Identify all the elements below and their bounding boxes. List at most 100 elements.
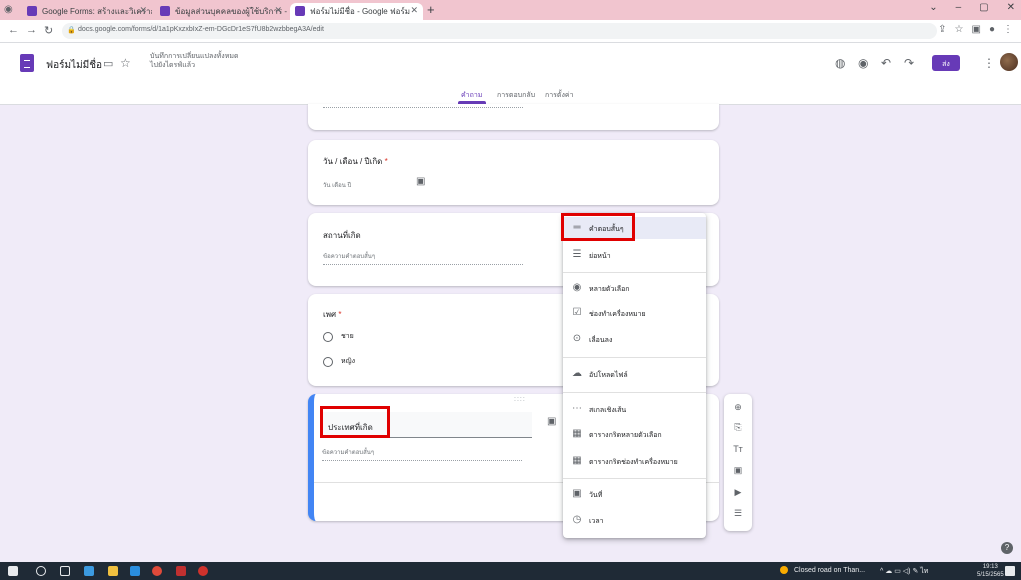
add-video-icon[interactable]: ▶ [732,487,744,498]
answer-hint: ข้อความคำตอบสั้นๆ [323,251,523,265]
lock-icon[interactable]: 🔒 [67,26,76,34]
radio-option[interactable]: ชาย [323,331,354,342]
star-icon[interactable]: ☆ [120,56,131,70]
help-icon[interactable]: ? [1001,542,1013,554]
form-tabs: คำถาม การตอบกลับ การตั้งค่า [0,90,1021,104]
date-placeholder: วัน เดือน ปี [323,183,352,189]
menu-item-dropdown[interactable]: ⊙ เลื่อนลง [563,328,706,350]
minimize-icon[interactable]: – [956,2,962,13]
chrome-active-icon[interactable] [198,566,208,576]
language-indicator[interactable]: ไท [920,568,928,575]
menu-item-file-upload[interactable]: ☁ อัปโหลดไฟล์ [563,363,706,385]
checkbox-icon: ☑ [572,307,582,318]
menu-item-time[interactable]: ◷ เวลา [563,509,706,531]
chrome-icon[interactable] [152,566,162,576]
menu-item-label: ย่อหน้า [589,253,611,260]
preview-eye-icon[interactable]: ◉ [858,56,868,70]
taskbar-clock[interactable]: 19:13 5/15/2565 [977,563,1004,579]
pen-icon[interactable]: ✎ [912,568,918,575]
close-icon[interactable]: ✕ [139,5,147,16]
start-icon[interactable] [8,566,18,576]
form-title[interactable]: ฟอร์มไม่มีชื่อ [46,58,102,73]
store-icon[interactable] [130,566,140,576]
tray-up-icon[interactable]: ^ [880,568,883,575]
radio-button[interactable] [323,331,333,342]
tab-questions[interactable]: คำถาม [461,90,482,101]
radio-icon: ◉ [572,282,582,293]
annotation-highlight [320,406,390,438]
menu-item-label: วันที่ [589,492,603,499]
close-icon[interactable]: ✕ [274,5,282,16]
menu-item-multiple-choice-grid[interactable]: ▦ ตารางกริดหลายตัวเลือก [563,423,706,445]
question-card-date[interactable]: วัน / เดือน / ปีเกิด * วัน เดือน ปี ▣ [308,140,719,205]
required-mark: * [384,157,388,166]
display-icon[interactable]: ▭ [894,568,901,575]
share-icon[interactable]: ⇪ [938,24,946,35]
browser-tab[interactable]: ข้อมูลส่วนบุคคลของผู้ใช้บริการ - Goog ✕ [155,3,287,20]
add-image-icon[interactable]: ▣ [732,465,744,476]
forward-icon[interactable]: → [26,24,37,36]
menu-item-checkbox-grid[interactable]: ▦ ตารางกริดช่องทำเครื่องหมาย [563,450,706,472]
forms-logo-icon[interactable] [20,54,34,72]
browser-menu-icon[interactable]: ◉ [4,4,16,16]
task-view-icon[interactable] [60,566,70,576]
menu-item-linear-scale[interactable]: ⋯ สเกลเชิงเส้น [563,398,706,420]
back-icon[interactable]: ← [8,24,19,36]
menu-item-multiple-choice[interactable]: ◉ หลายตัวเลือก [563,277,706,299]
redo-icon[interactable]: ↷ [904,56,914,70]
new-tab-button[interactable]: + [427,2,435,17]
annotation-highlight [561,213,635,241]
menu-item-date[interactable]: ▣ วันที่ [563,483,706,505]
close-icon[interactable]: ✕ [410,5,418,16]
menu-item-label: ช่องทำเครื่องหมาย [589,311,646,318]
menu-item-checkboxes[interactable]: ☑ ช่องทำเครื่องหมาย [563,302,706,324]
tab-responses[interactable]: การตอบกลับ [497,90,535,101]
calendar-icon: ▣ [416,176,426,187]
menu-item-label: หลายตัวเลือก [589,286,630,293]
undo-icon[interactable]: ↶ [881,56,891,70]
browser-more-icon[interactable]: ⋮ [1003,24,1013,35]
more-vert-icon[interactable]: ⋮ [983,56,995,70]
reload-icon[interactable]: ↻ [44,24,53,37]
tab-settings[interactable]: การตั้งค่า [545,90,574,101]
import-questions-icon[interactable]: ⎘ [732,422,744,433]
send-button[interactable]: ส่ง [932,55,960,71]
question-title-text: วัน / เดือน / ปีเกิด [323,157,383,166]
url-input[interactable]: 🔒 docs.google.com/forms/d/1a1pKxzxbIxZ-e… [62,23,937,39]
folder-icon[interactable]: ▭ [103,57,113,70]
linear-scale-icon: ⋯ [572,403,582,414]
file-explorer-icon[interactable] [108,566,118,576]
notification-icon[interactable] [1005,566,1015,576]
drag-handle-icon[interactable]: :::: [514,396,526,403]
answer-line [323,104,523,108]
tab-label: Google Forms: สร้างและวิเคราะห์แบบสำรวจ [42,7,152,16]
url-text: docs.google.com/forms/d/1a1pKxzxbIxZ-em-… [78,26,324,33]
calendar-icon: ▣ [572,488,582,499]
maximize-icon[interactable]: ▢ [979,2,988,13]
add-image-icon[interactable]: ▣ [547,416,556,427]
menu-divider [563,478,706,479]
add-title-icon[interactable]: Tт [732,444,744,454]
menu-item-paragraph[interactable]: ☰ ย่อหน้า [563,244,706,266]
menu-item-label: อัปโหลดไฟล์ [589,372,628,379]
add-section-icon[interactable]: ☰ [732,508,744,519]
weather-widget[interactable]: Closed road on Than... [780,566,865,574]
profile-icon[interactable]: ● [989,24,995,35]
question-card-partial[interactable] [308,104,719,130]
palette-icon[interactable]: ◍ [835,56,845,70]
browser-tab[interactable]: Google Forms: สร้างและวิเคราะห์แบบสำรวจ … [22,3,152,20]
onedrive-icon[interactable]: ☁ [885,568,892,575]
avatar[interactable] [1000,53,1018,71]
volume-icon[interactable]: ◁) [903,568,911,575]
search-icon[interactable] [36,566,46,576]
radio-option[interactable]: หญิง [323,356,355,367]
app-icon[interactable] [176,566,186,576]
extensions-icon[interactable]: ▣ [972,24,981,35]
browser-tab-active[interactable]: ฟอร์มไม่มีชื่อ - Google ฟอร์ม ✕ [290,3,423,20]
bookmark-star-icon[interactable]: ☆ [955,24,964,35]
widgets-icon[interactable] [84,566,94,576]
tab-search-icon[interactable]: ⌄ [929,2,937,13]
radio-button[interactable] [323,356,333,367]
add-question-icon[interactable]: ⊕ [732,402,744,413]
window-close-icon[interactable]: ✕ [1007,2,1015,13]
